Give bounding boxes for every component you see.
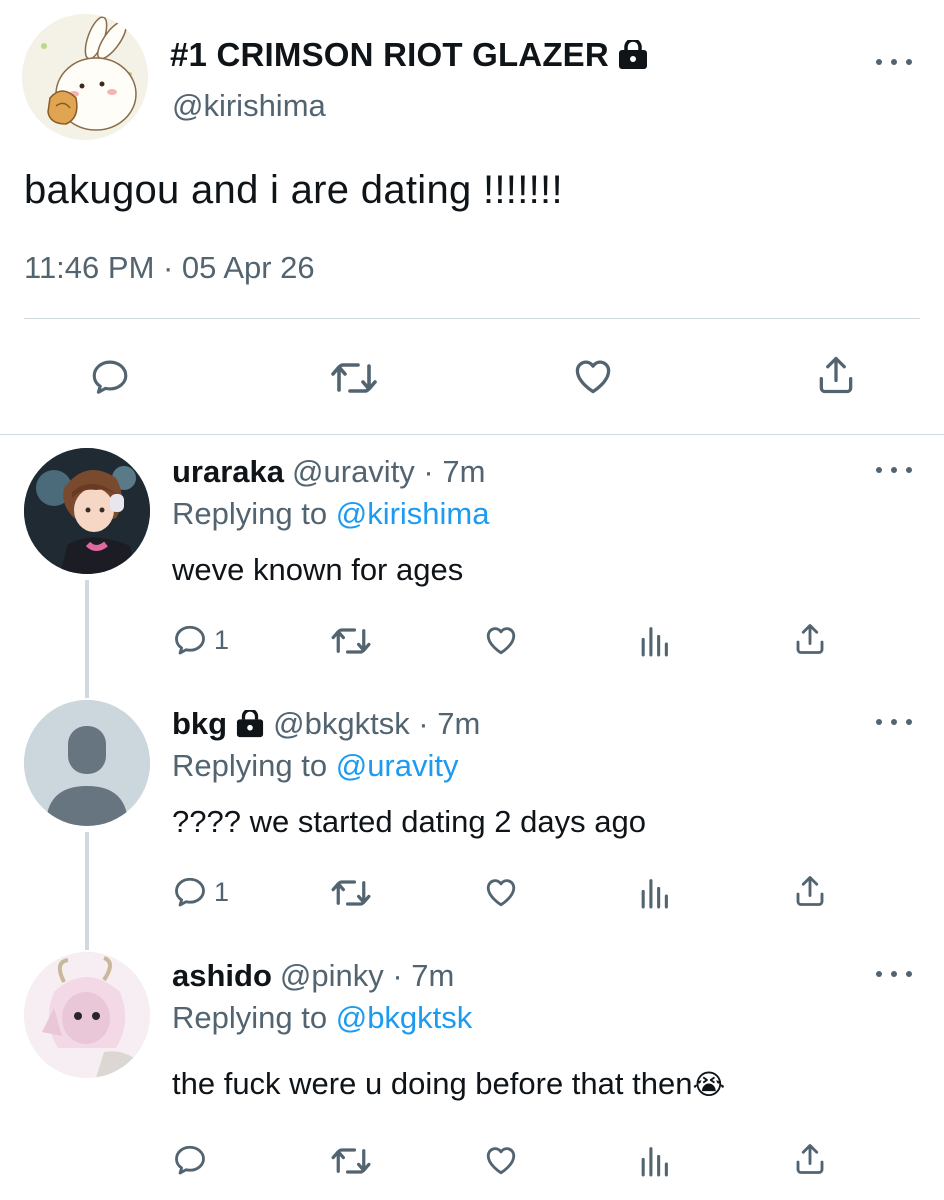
replying-to-prefix: Replying to	[172, 748, 328, 783]
share-button[interactable]	[814, 352, 858, 398]
retweet-button[interactable]	[330, 1144, 372, 1178]
reply-avatar[interactable]	[24, 952, 150, 1078]
share-button[interactable]	[792, 1140, 828, 1178]
reply-count: 1	[214, 624, 230, 655]
reply-author-name: uraraka	[172, 454, 285, 489]
heart-icon	[486, 879, 516, 907]
crying-emoji: 😭	[692, 1067, 726, 1101]
replying-to: Replying to @bkgktsk	[172, 1000, 472, 1036]
bunny-avatar-icon	[22, 14, 148, 140]
reply-author-name: ashido	[172, 958, 272, 993]
like-button[interactable]	[482, 874, 520, 910]
retweet-icon	[331, 363, 377, 393]
reply-text: the fuck were u doing before that then 😭	[172, 1066, 725, 1102]
heart-icon	[575, 360, 611, 394]
share-icon	[796, 876, 824, 906]
reply-avatar[interactable]	[24, 448, 150, 574]
reply-author-meta: @uravity · 7m	[292, 454, 486, 489]
replying-to-link[interactable]: @uravity	[336, 748, 459, 783]
reply-header[interactable]: bkg @bkgktsk · 7m	[172, 706, 480, 742]
more-options-icon[interactable]	[876, 964, 912, 984]
reply-button[interactable]	[88, 356, 132, 398]
reply-author-meta: @pinky · 7m	[279, 958, 455, 993]
reply-icon	[175, 625, 205, 655]
reply-icon	[175, 1145, 205, 1175]
like-button[interactable]	[482, 622, 520, 658]
divider	[24, 318, 920, 319]
retweet-button[interactable]	[330, 624, 372, 658]
retweet-button[interactable]	[330, 876, 372, 910]
retweet-icon	[331, 880, 371, 906]
retweet-icon	[331, 1148, 371, 1174]
display-name[interactable]: #1 CRIMSON RIOT GLAZER	[170, 36, 649, 74]
replying-to-link[interactable]: @bkgktsk	[336, 1000, 473, 1035]
replying-to-prefix: Replying to	[172, 496, 328, 531]
uraraka-avatar-icon	[24, 448, 150, 574]
like-button[interactable]	[482, 1142, 520, 1178]
reply-header[interactable]: ashido @pinky · 7m	[172, 958, 454, 994]
reply-count: 1	[214, 876, 230, 907]
heart-icon	[486, 1147, 516, 1175]
analytics-button[interactable]	[638, 1144, 670, 1178]
more-options-icon[interactable]	[876, 460, 912, 480]
main-avatar[interactable]	[22, 14, 148, 140]
reply-button[interactable]: 1	[172, 622, 229, 658]
thread-line	[85, 832, 89, 950]
tweet-text: bakugou and i are dating !!!!!!!	[24, 168, 563, 212]
reply-button[interactable]	[172, 1142, 208, 1178]
reply-icon	[175, 877, 205, 907]
replying-to: Replying to @kirishima	[172, 496, 489, 532]
analytics-icon	[641, 1147, 668, 1177]
analytics-button[interactable]	[638, 624, 670, 658]
reply-author-name: bkg	[172, 706, 228, 741]
more-options-icon[interactable]	[876, 52, 912, 72]
analytics-icon	[641, 879, 668, 909]
analytics-icon	[641, 627, 668, 657]
reply-text: weve known for ages	[172, 552, 464, 587]
replying-to-prefix: Replying to	[172, 1000, 328, 1035]
replying-to: Replying to @uravity	[172, 748, 459, 784]
lock-icon	[237, 710, 264, 738]
divider	[0, 434, 944, 435]
more-options-icon[interactable]	[876, 712, 912, 732]
analytics-button[interactable]	[638, 876, 670, 910]
tweet-timestamp[interactable]: 11:46 PM · 05 Apr 26	[24, 250, 315, 286]
reply-icon	[92, 360, 128, 394]
reply-text: ???? we started dating 2 days ago	[172, 804, 646, 839]
share-button[interactable]	[792, 620, 828, 658]
reply-button[interactable]: 1	[172, 874, 229, 910]
retweet-button[interactable]	[330, 358, 378, 398]
default-avatar-icon	[24, 700, 150, 826]
share-icon	[796, 624, 824, 654]
heart-icon	[486, 627, 516, 655]
retweet-icon	[331, 628, 371, 654]
ashido-avatar-icon	[24, 952, 150, 1078]
share-button[interactable]	[792, 872, 828, 910]
reply-avatar[interactable]	[24, 700, 150, 826]
reply-author-meta: @bkgktsk · 7m	[273, 706, 481, 741]
reply-text-body: the fuck were u doing before that then	[172, 1066, 693, 1101]
display-name-text: #1 CRIMSON RIOT GLAZER	[170, 36, 609, 73]
lock-icon	[618, 40, 647, 69]
reply-header[interactable]: uraraka @uravity · 7m	[172, 454, 485, 490]
replying-to-link[interactable]: @kirishima	[336, 496, 490, 531]
like-button[interactable]	[570, 354, 616, 398]
handle[interactable]: @kirishima	[172, 88, 326, 124]
share-icon	[796, 1144, 824, 1174]
share-icon	[819, 356, 853, 394]
thread-line	[85, 580, 89, 698]
